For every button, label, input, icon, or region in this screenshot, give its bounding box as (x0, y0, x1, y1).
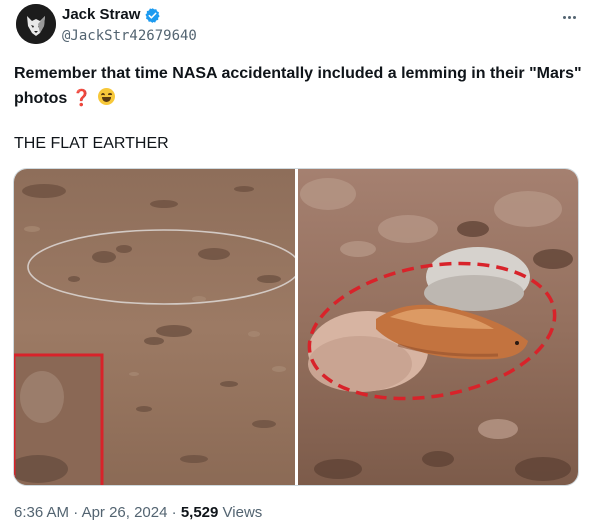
more-dots-icon (562, 15, 566, 19)
more-dots-icon (572, 15, 576, 19)
author-name-row: Jack Straw (62, 6, 161, 24)
mars-terrain-image (14, 169, 295, 485)
zoomed-rodent-image (298, 169, 578, 485)
media-grid (13, 168, 579, 486)
tweet-meta: 6:36 AM · Apr 26, 2024 · 5,529 Views (14, 504, 262, 522)
left-photo[interactable] (14, 169, 295, 485)
tweet-text: Remember that time NASA accidentally inc… (14, 62, 584, 111)
verified-badge-icon (145, 7, 161, 23)
tweet-subtext: THE FLAT EARTHER (14, 135, 169, 152)
more-options-button[interactable] (559, 10, 579, 24)
meta-separator: · (73, 504, 79, 521)
author-avatar[interactable] (16, 4, 56, 44)
wolf-head-icon (16, 4, 56, 44)
tweet-date[interactable]: Apr 26, 2024 (82, 504, 168, 521)
tweet-time[interactable]: 6:36 AM (14, 504, 69, 521)
laughing-face-icon (98, 88, 116, 105)
author-display-name[interactable]: Jack Straw (62, 6, 140, 24)
more-dots-icon (567, 15, 571, 19)
author-handle[interactable]: @JackStr42679640 (62, 28, 197, 44)
views-label: Views (222, 504, 263, 521)
meta-separator-2: · (171, 504, 177, 521)
tweet-card: Jack Straw @JackStr42679640 Remember tha… (0, 0, 601, 531)
right-photo[interactable] (298, 169, 578, 485)
views-count: 5,529 (180, 504, 219, 521)
question-mark-emoji: ❓ (71, 88, 92, 107)
